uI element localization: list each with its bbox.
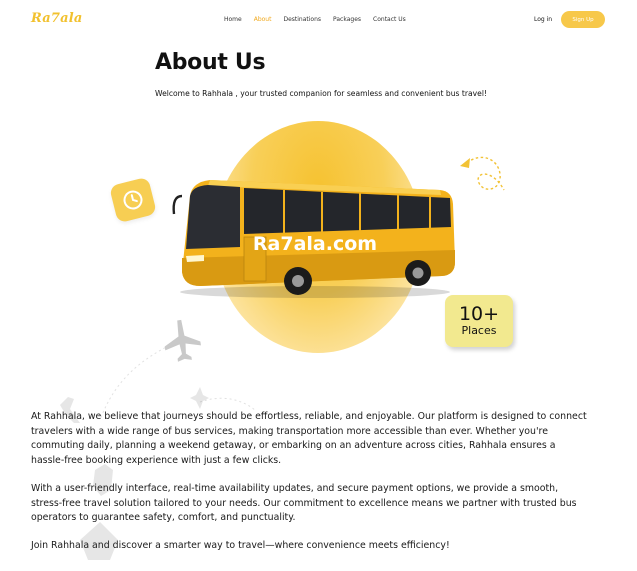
- bus-branding-text: Ra7ala.com: [253, 233, 377, 255]
- arrow-head-icon: [460, 158, 470, 168]
- clock-icon: [123, 190, 143, 210]
- about-paragraph-2: With a user-friendly interface, real-tim…: [31, 483, 577, 524]
- places-count: 10+: [458, 302, 500, 325]
- about-paragraph-3: Join Rahhala and discover a smarter way …: [31, 540, 450, 551]
- about-paragraph-1: At Rahhala, we believe that journeys sho…: [31, 411, 587, 466]
- dotted-arrow-icon: [466, 156, 505, 191]
- places-label: Places: [461, 323, 497, 337]
- airplane-icon: [164, 319, 201, 362]
- places-stat-card: 10+ Places: [445, 295, 513, 347]
- bus-illustration: Ra7ala.com: [172, 180, 455, 298]
